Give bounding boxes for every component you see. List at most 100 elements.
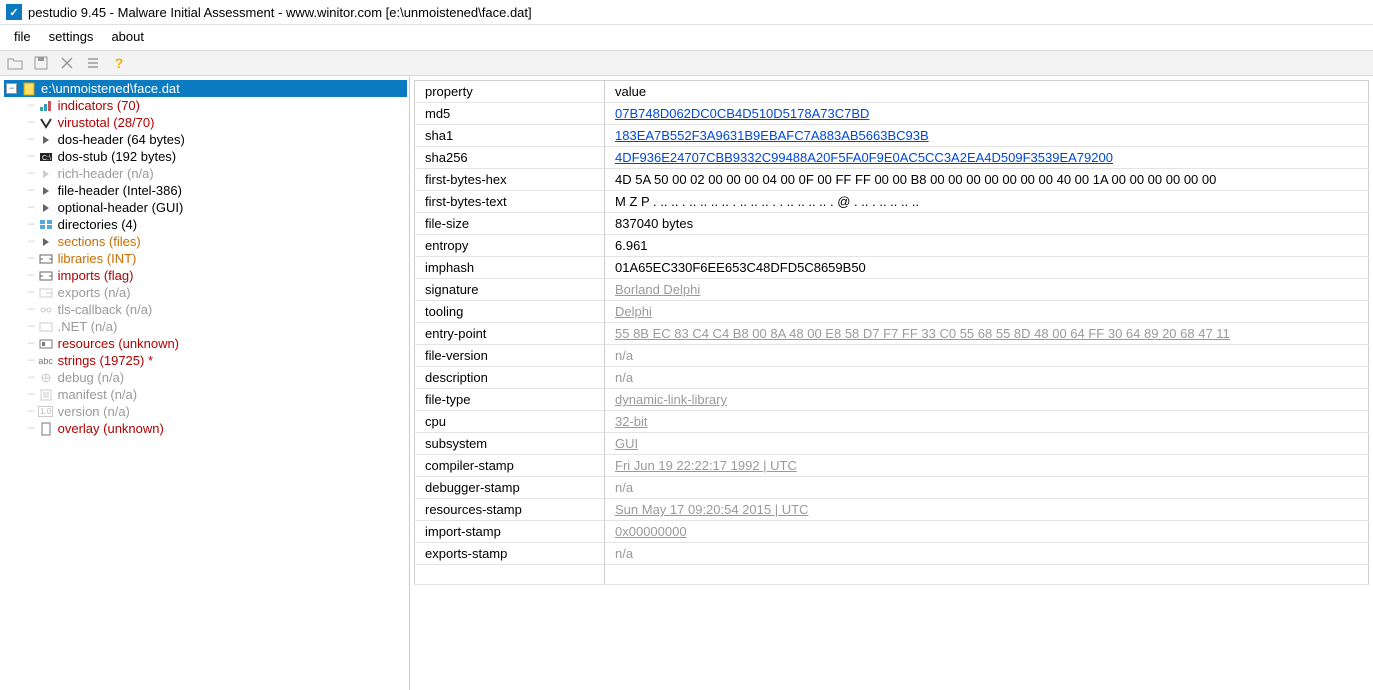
prop-name: signature (415, 279, 605, 301)
delete-icon[interactable] (58, 54, 76, 72)
tree-node-icon (38, 303, 54, 317)
tree-node-icon (38, 235, 54, 249)
tree-node-icon (38, 218, 54, 232)
prop-name: subsystem (415, 433, 605, 455)
save-icon[interactable] (32, 54, 50, 72)
table-row[interactable]: first-bytes-textM Z P . .. .. . .. .. ..… (415, 191, 1369, 213)
col-property[interactable]: property (415, 81, 605, 103)
tree-connector-icon: ┈ (28, 150, 34, 163)
tree-item[interactable]: ┈abcstrings (19725) * (26, 352, 407, 369)
table-row[interactable]: import-stamp0x00000000 (415, 521, 1369, 543)
tree-item[interactable]: ┈ file-header (Intel-386) (26, 182, 407, 199)
tree-root-label: e:\unmoistened\face.dat (41, 81, 180, 96)
tree-node-icon (38, 184, 54, 198)
table-row[interactable]: imphash01A65EC330F6EE653C48DFD5C8659B50 (415, 257, 1369, 279)
prop-name: sha1 (415, 125, 605, 147)
prop-value: 837040 bytes (605, 213, 1369, 235)
tree-item[interactable]: ┈.NET (n/a) (26, 318, 407, 335)
tree-connector-icon: ┈ (28, 133, 34, 146)
tree-item[interactable]: ┈debug (n/a) (26, 369, 407, 386)
tree-item[interactable]: ┈imports (flag) (26, 267, 407, 284)
tree-item[interactable]: ┈1.0version (n/a) (26, 403, 407, 420)
prop-name: md5 (415, 103, 605, 125)
tree-item-label: rich-header (n/a) (58, 166, 154, 181)
tree-item-label: virustotal (28/70) (58, 115, 155, 130)
tree-item-label: resources (unknown) (58, 336, 179, 351)
collapse-icon[interactable]: − (6, 83, 17, 94)
table-row[interactable]: descriptionn/a (415, 367, 1369, 389)
tree-item[interactable]: ┈resources (unknown) (26, 335, 407, 352)
tree-node-icon: 1.0 (38, 405, 54, 419)
table-row[interactable]: file-versionn/a (415, 345, 1369, 367)
tree-item[interactable]: ┈directories (4) (26, 216, 407, 233)
tree-item[interactable]: ┈rich-header (n/a) (26, 165, 407, 182)
tree-item[interactable]: ┈indicators (70) (26, 97, 407, 114)
tree-connector-icon: ┈ (28, 354, 34, 367)
tree-connector-icon: ┈ (28, 201, 34, 214)
table-row[interactable]: compiler-stampFri Jun 19 22:22:17 1992 |… (415, 455, 1369, 477)
tree-item[interactable]: ┈manifest (n/a) (26, 386, 407, 403)
table-row[interactable]: cpu32-bit (415, 411, 1369, 433)
table-row[interactable]: sha2564DF936E24707CBB9332C99488A20F5FA0F… (415, 147, 1369, 169)
prop-value: 4D 5A 50 00 02 00 00 00 04 00 0F 00 FF F… (605, 169, 1369, 191)
table-row[interactable]: exports-stampn/a (415, 543, 1369, 565)
tree-item-label: imports (flag) (58, 268, 134, 283)
prop-value: GUI (605, 433, 1369, 455)
prop-value: Borland Delphi (605, 279, 1369, 301)
tree-item-label: sections (files) (58, 234, 141, 249)
help-icon[interactable]: ? (110, 54, 128, 72)
prop-name: exports-stamp (415, 543, 605, 565)
tree-item[interactable]: ┈ optional-header (GUI) (26, 199, 407, 216)
tree-root[interactable]: − e:\unmoistened\face.dat (4, 80, 407, 97)
prop-value: 4DF936E24707CBB9332C99488A20F5FA0F9E0AC5… (605, 147, 1369, 169)
table-row[interactable]: subsystemGUI (415, 433, 1369, 455)
tree-item-label: strings (19725) * (58, 353, 153, 368)
tree-item[interactable]: ┈overlay (unknown) (26, 420, 407, 437)
tree-item[interactable]: ┈C:\dos-stub (192 bytes) (26, 148, 407, 165)
tree-item[interactable]: ┈ sections (files) (26, 233, 407, 250)
table-row[interactable]: file-size837040 bytes (415, 213, 1369, 235)
tree-item[interactable]: ┈libraries (INT) (26, 250, 407, 267)
open-icon[interactable] (6, 54, 24, 72)
tree-connector-icon: ┈ (28, 184, 34, 197)
tree-item[interactable]: ┈tls-callback (n/a) (26, 301, 407, 318)
table-row[interactable]: signatureBorland Delphi (415, 279, 1369, 301)
tree-connector-icon: ┈ (28, 218, 34, 231)
property-table: property value md507B748D062DC0CB4D510D5… (414, 80, 1369, 585)
app-icon: ✓ (6, 4, 22, 20)
prop-value: n/a (605, 367, 1369, 389)
tree-item[interactable]: ┈exports (n/a) (26, 284, 407, 301)
tree-item-label: exports (n/a) (58, 285, 131, 300)
table-row[interactable]: entry-point55 8B EC 83 C4 C4 B8 00 8A 48… (415, 323, 1369, 345)
table-row[interactable]: entropy6.961 (415, 235, 1369, 257)
tree-connector-icon: ┈ (28, 235, 34, 248)
tree-node-icon (38, 201, 54, 215)
prop-name: file-type (415, 389, 605, 411)
prop-value: 01A65EC330F6EE653C48DFD5C8659B50 (605, 257, 1369, 279)
table-row[interactable]: md507B748D062DC0CB4D510D5178A73C7BD (415, 103, 1369, 125)
table-row[interactable]: first-bytes-hex4D 5A 50 00 02 00 00 00 0… (415, 169, 1369, 191)
table-row[interactable]: file-typedynamic-link-library (415, 389, 1369, 411)
detail-pane: property value md507B748D062DC0CB4D510D5… (410, 76, 1373, 690)
prop-name: entropy (415, 235, 605, 257)
menu-about[interactable]: about (111, 29, 144, 44)
table-row[interactable]: debugger-stampn/a (415, 477, 1369, 499)
tree-item-label: file-header (Intel-386) (58, 183, 182, 198)
menu-settings[interactable]: settings (49, 29, 94, 44)
tree-item[interactable]: ┈dos-header (64 bytes) (26, 131, 407, 148)
tree-item-label: optional-header (GUI) (58, 200, 184, 215)
tree-node-icon (38, 167, 54, 181)
menu-file[interactable]: file (14, 29, 31, 44)
table-row[interactable]: toolingDelphi (415, 301, 1369, 323)
list-icon[interactable] (84, 54, 102, 72)
prop-value: n/a (605, 477, 1369, 499)
tree-item-label: debug (n/a) (58, 370, 125, 385)
main: − e:\unmoistened\face.dat ┈indicators (7… (0, 76, 1373, 690)
col-value[interactable]: value (605, 81, 1369, 103)
tree-item[interactable]: ┈virustotal (28/70) (26, 114, 407, 131)
prop-name: description (415, 367, 605, 389)
tree-connector-icon: ┈ (28, 320, 34, 333)
table-row[interactable]: sha1183EA7B552F3A9631B9EBAFC7A883AB5663B… (415, 125, 1369, 147)
prop-value: Delphi (605, 301, 1369, 323)
table-row[interactable]: resources-stampSun May 17 09:20:54 2015 … (415, 499, 1369, 521)
